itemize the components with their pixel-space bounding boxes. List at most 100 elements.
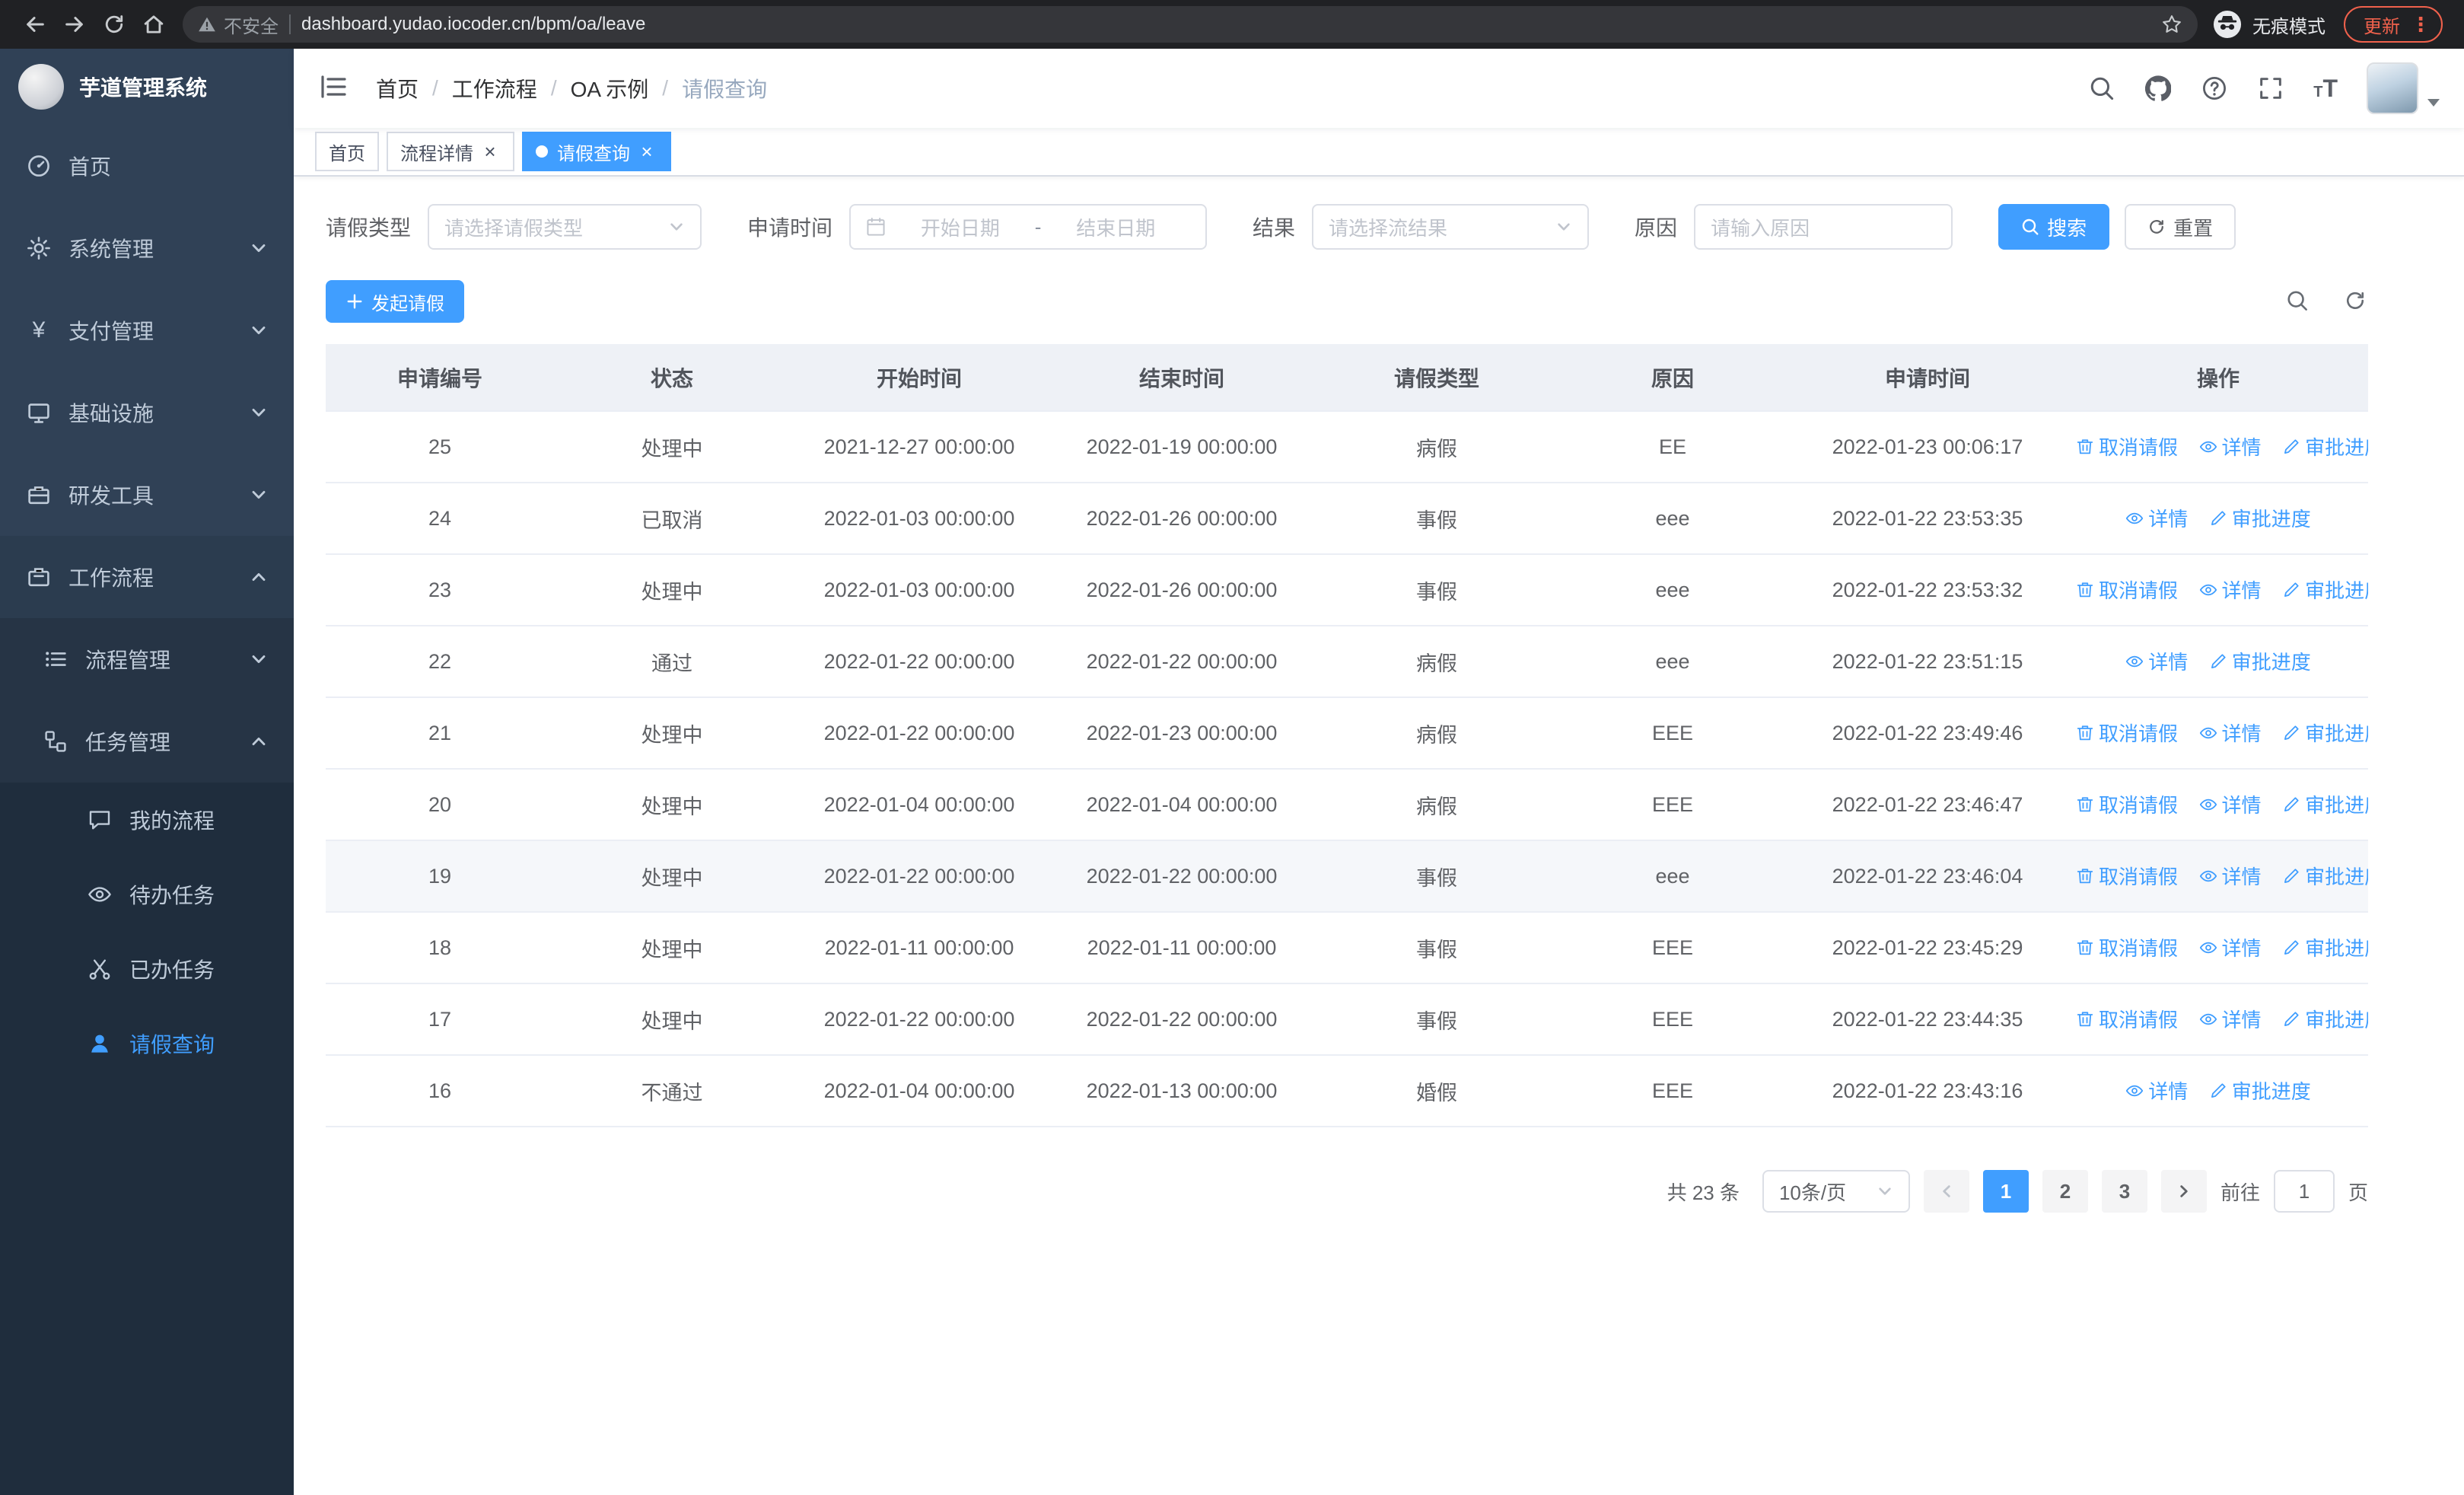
address-bar[interactable]: 不安全 dashboard.yudao.iocoder.cn/bpm/oa/le…: [183, 6, 2198, 43]
detail-link[interactable]: 详情: [2199, 933, 2262, 961]
sidebar-item-process-management[interactable]: 流程管理: [0, 618, 294, 700]
cancel-leave-link[interactable]: 取消请假: [2076, 432, 2178, 461]
refresh-table-icon[interactable]: [2344, 289, 2368, 314]
help-icon[interactable]: [2201, 75, 2228, 102]
apply-time-range-picker[interactable]: 开始日期 - 结束日期: [849, 204, 1208, 250]
not-secure-warning-icon[interactable]: [198, 16, 216, 33]
browser-chrome: 不安全 dashboard.yudao.iocoder.cn/bpm/oa/le…: [0, 0, 2464, 49]
prev-page-button[interactable]: [1923, 1170, 1969, 1213]
approval-progress-link[interactable]: 审批进度: [2282, 432, 2368, 461]
sidebar-item-workflow[interactable]: 工作流程: [0, 536, 294, 618]
detail-link[interactable]: 详情: [2199, 790, 2262, 818]
cell-actions: 取消请假 详情 审批进度: [2068, 769, 2368, 841]
cell-reason: eee: [1558, 483, 1787, 555]
approval-progress-link[interactable]: 审批进度: [2282, 862, 2368, 890]
cell-status: 不通过: [554, 1055, 790, 1127]
github-icon[interactable]: [2144, 75, 2172, 102]
chevron-down-icon: [250, 239, 268, 257]
back-icon[interactable]: [15, 5, 55, 44]
tab-process-detail[interactable]: 流程详情 ×: [387, 132, 514, 171]
approval-progress-link[interactable]: 审批进度: [2209, 1076, 2311, 1105]
page-button-3[interactable]: 3: [2101, 1170, 2147, 1213]
not-secure-label: 不安全: [224, 16, 279, 37]
search-button[interactable]: 搜索: [1998, 204, 2110, 250]
reload-icon[interactable]: [94, 5, 134, 44]
tab-home[interactable]: 首页: [315, 132, 379, 171]
cancel-leave-link[interactable]: 取消请假: [2076, 1005, 2178, 1033]
table-body: 25 处理中 2021-12-27 00:00:00 2022-01-19 00…: [326, 411, 2368, 1127]
sidebar-item-system-management[interactable]: 系统管理: [0, 207, 294, 289]
chevron-down-icon: [250, 403, 268, 422]
breadcrumb-item-oa-example[interactable]: OA 示例: [571, 73, 649, 104]
next-page-button[interactable]: [2160, 1170, 2207, 1213]
sidebar-item-leave-query[interactable]: 请假查询: [0, 1006, 294, 1081]
table-toolbar: 发起请假: [326, 280, 2368, 323]
close-icon[interactable]: ×: [479, 141, 501, 162]
cancel-leave-link[interactable]: 取消请假: [2076, 790, 2178, 818]
sidebar-item-infrastructure[interactable]: 基础设施: [0, 371, 294, 454]
leave-type-select[interactable]: 请选择请假类型: [428, 204, 702, 250]
result-select[interactable]: 请选择流结果: [1312, 204, 1590, 250]
sidebar-item-home[interactable]: 首页: [0, 125, 294, 207]
tab-leave-query[interactable]: 请假查询 ×: [522, 132, 671, 171]
detail-link[interactable]: 详情: [2199, 575, 2262, 604]
create-leave-button[interactable]: 发起请假: [326, 280, 464, 323]
detail-link[interactable]: 详情: [2199, 719, 2262, 747]
browser-update-button[interactable]: 更新 ⋮: [2344, 6, 2443, 43]
approval-progress-link[interactable]: 审批进度: [2282, 933, 2368, 961]
breadcrumb-item-home[interactable]: 首页: [376, 73, 419, 104]
cell-end-time: 2022-01-13 00:00:00: [1049, 1055, 1315, 1127]
header-search-icon[interactable]: [2088, 75, 2115, 102]
breadcrumb-item-workflow[interactable]: 工作流程: [452, 73, 537, 104]
toggle-search-icon[interactable]: [2286, 289, 2310, 314]
column-header-status: 状态: [554, 344, 790, 412]
goto-page-input[interactable]: 1: [2273, 1170, 2335, 1213]
cancel-leave-link[interactable]: 取消请假: [2076, 575, 2178, 604]
reason-input[interactable]: 请输入原因: [1694, 204, 1953, 250]
close-icon[interactable]: ×: [636, 141, 657, 162]
approval-progress-link[interactable]: 审批进度: [2282, 575, 2368, 604]
detail-link[interactable]: 详情: [2199, 862, 2262, 890]
home-icon[interactable]: [134, 5, 173, 44]
reset-button[interactable]: 重置: [2125, 204, 2236, 250]
fullscreen-icon[interactable]: [2257, 75, 2284, 102]
detail-link[interactable]: 详情: [2199, 432, 2262, 461]
sidebar-filler: [0, 1081, 294, 1495]
avatar[interactable]: [2367, 62, 2418, 114]
page-size-select[interactable]: 10条/页: [1762, 1170, 1910, 1213]
user-menu[interactable]: [2367, 62, 2440, 114]
sidebar-item-todo-tasks[interactable]: 待办任务: [0, 857, 294, 932]
cancel-leave-link[interactable]: 取消请假: [2076, 719, 2178, 747]
approval-progress-link[interactable]: 审批进度: [2282, 1005, 2368, 1033]
page-button-2[interactable]: 2: [2042, 1170, 2088, 1213]
detail-link[interactable]: 详情: [2125, 647, 2188, 675]
app-logo[interactable]: 芋道管理系统: [0, 49, 294, 125]
approval-progress-link[interactable]: 审批进度: [2209, 647, 2311, 675]
cell-id: 16: [326, 1055, 554, 1127]
url-text[interactable]: dashboard.yudao.iocoder.cn/bpm/oa/leave: [301, 14, 645, 35]
detail-link[interactable]: 详情: [2199, 1005, 2262, 1033]
cell-leave-type: 事假: [1315, 983, 1558, 1056]
cell-start-time: 2022-01-22 00:00:00: [790, 840, 1049, 913]
sidebar-item-task-management[interactable]: 任务管理: [0, 700, 294, 783]
sidebar-item-payment-management[interactable]: ¥ 支付管理: [0, 289, 294, 371]
sidebar-item-dev-tools[interactable]: 研发工具: [0, 454, 294, 536]
end-date-input[interactable]: 结束日期: [1041, 213, 1190, 241]
font-size-icon[interactable]: TT: [2313, 75, 2338, 103]
detail-link[interactable]: 详情: [2125, 1076, 2188, 1105]
approval-progress-link[interactable]: 审批进度: [2282, 790, 2368, 818]
cancel-leave-link[interactable]: 取消请假: [2076, 933, 2178, 961]
page-button-1[interactable]: 1: [1982, 1170, 2029, 1213]
forward-icon[interactable]: [55, 5, 94, 44]
start-date-input[interactable]: 开始日期: [886, 213, 1035, 241]
approval-progress-link[interactable]: 审批进度: [2282, 719, 2368, 747]
approval-progress-link[interactable]: 审批进度: [2209, 504, 2311, 532]
bookmark-star-icon[interactable]: [2161, 14, 2182, 35]
browser-menu-kebab-icon[interactable]: ⋮: [2411, 13, 2431, 37]
menu-fold-icon[interactable]: [318, 72, 352, 105]
cancel-leave-link[interactable]: 取消请假: [2076, 862, 2178, 890]
detail-link[interactable]: 详情: [2125, 504, 2188, 532]
cell-start-time: 2022-01-22 00:00:00: [790, 983, 1049, 1056]
sidebar-item-my-process[interactable]: 我的流程: [0, 783, 294, 857]
sidebar-item-done-tasks[interactable]: 已办任务: [0, 932, 294, 1006]
